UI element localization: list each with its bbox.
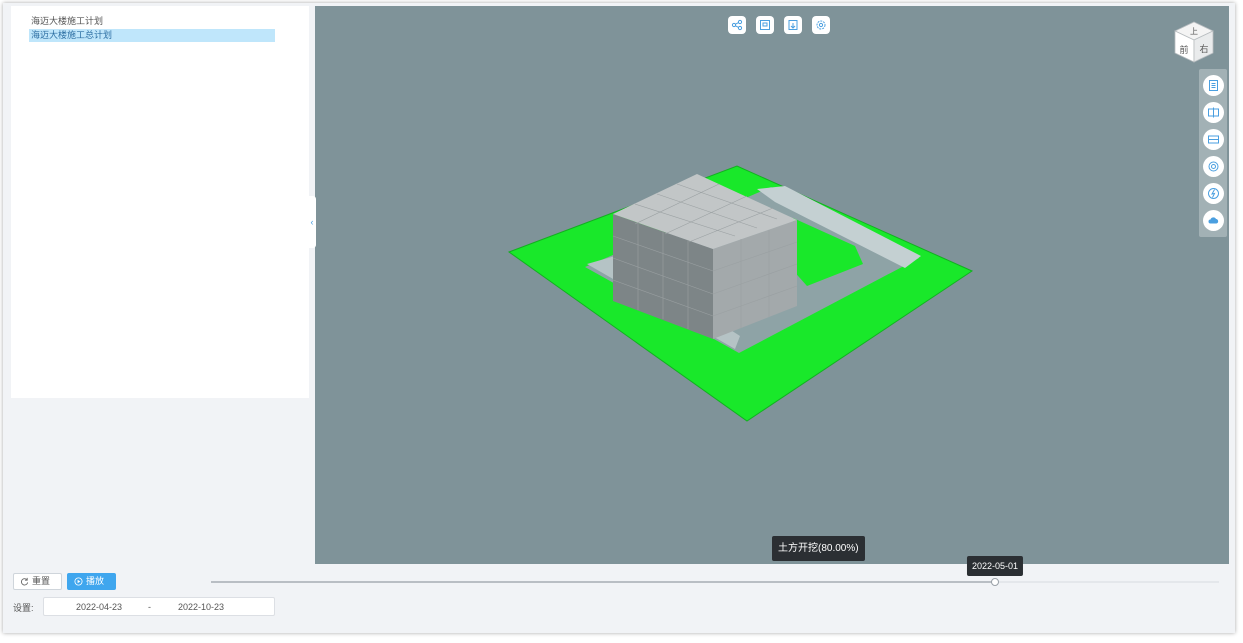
rotate-icon [1208,161,1218,172]
cloud-icon [1208,217,1218,224]
lightning-icon [1207,188,1219,199]
refresh-icon [21,577,29,586]
play-button[interactable]: 播放 [67,573,116,590]
reset-label: 重置 [32,576,51,586]
cloud-button[interactable] [1202,210,1224,231]
viewport-toolbar [728,16,830,34]
building-model-scene [507,165,974,422]
timeline-thumb[interactable] [991,578,999,586]
export-button[interactable] [784,16,802,34]
image-icon [760,20,770,30]
view-cube-front-label: 前 [1179,44,1188,56]
tree-item-plan[interactable]: 海迈大楼施工计划 [11,15,309,28]
current-date-tooltip: 2022-05-01 [966,556,1024,576]
range-separator: - [148,602,151,612]
tree-item-master-plan[interactable]: 海迈大楼施工总计划 [29,29,275,42]
section-icon [1207,107,1219,118]
play-icon [74,577,83,586]
settings-label: 设置: [13,603,34,613]
screenshot-button[interactable] [756,16,774,34]
current-task-tooltip: 土方开挖(80.00%) [772,536,865,561]
export-icon [788,20,798,30]
share-button[interactable] [728,16,746,34]
document-icon [1208,80,1218,91]
layers-icon [1207,135,1219,144]
rotate-button[interactable] [1202,156,1224,177]
range-end-date[interactable]: 2022-10-23 [178,602,224,613]
range-start-date[interactable]: 2022-04-23 [76,602,122,613]
settings-icon [816,20,826,30]
timeline-progress [211,581,995,583]
plan-tree-panel: 海迈大楼施工计划 海迈大楼施工总计划 [11,6,309,398]
collapse-panel-handle[interactable]: ‹ [308,196,316,248]
chevron-left-icon: ‹ [310,217,314,227]
lightning-button[interactable] [1202,183,1224,204]
view-cube[interactable]: 上 前 右 [1173,20,1215,64]
settings-button[interactable] [812,16,830,34]
viewport-side-toolbar [1199,69,1227,237]
date-range-picker[interactable]: 2022-04-23 - 2022-10-23 [43,597,275,616]
properties-button[interactable] [1202,75,1224,96]
view-cube-right-label: 右 [1199,43,1208,55]
model-viewport[interactable]: 上 前 右 土方开挖(80.00%) [315,6,1229,564]
layers-button[interactable] [1202,129,1224,150]
reset-button[interactable]: 重置 [13,573,62,590]
play-label: 播放 [86,576,105,586]
view-cube-top-label: 上 [1190,27,1198,36]
share-icon [731,19,743,31]
section-button[interactable] [1202,102,1224,123]
app-frame: 海迈大楼施工计划 海迈大楼施工总计划 ‹ 上 前 右 土方开挖(80.00%) … [3,3,1235,633]
timeline-slider[interactable] [211,578,1219,586]
